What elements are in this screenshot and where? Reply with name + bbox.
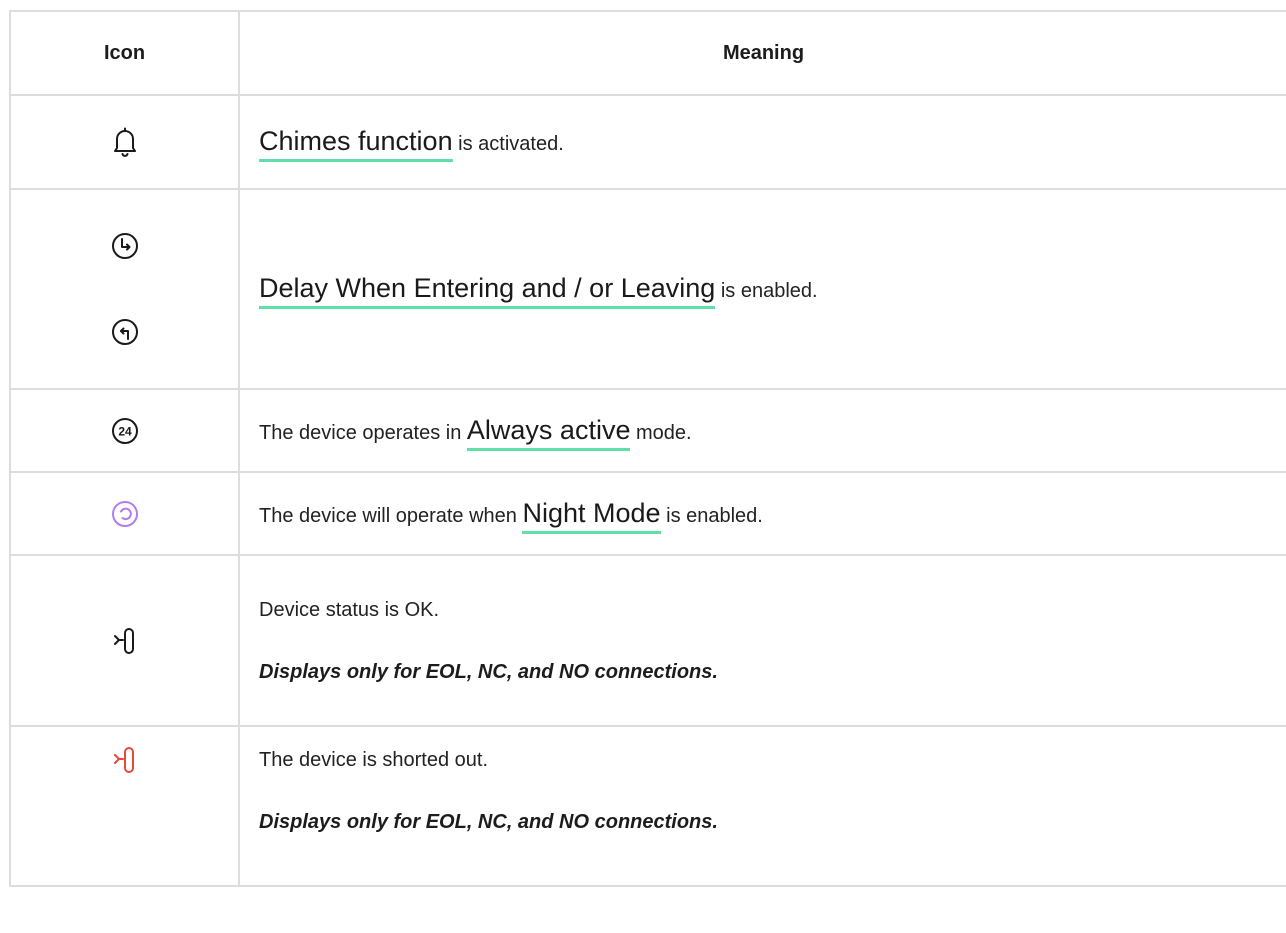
meaning-cell: The device will operate when Night Mode … [238, 471, 1286, 556]
meaning-cell: Chimes function is activated. [238, 94, 1286, 190]
icon-meaning-table: Icon Meaning Chimes function is activate… [9, 10, 1286, 887]
header-icon: Icon [9, 10, 240, 96]
table-row: Device status is OK. Displays only for E… [9, 554, 1286, 727]
table-row: The device is shorted out. Displays only… [9, 725, 1286, 887]
device-shorted-icon [113, 745, 137, 775]
meaning-text: Device status is OK. [259, 598, 440, 621]
meaning-text: is enabled. [660, 504, 763, 527]
device-status-ok-icon [113, 626, 137, 656]
icon-cell [9, 471, 240, 556]
always-active-link[interactable]: Always active [466, 414, 631, 451]
meaning-text: is activated. [452, 133, 564, 156]
connection-note: Displays only for EOL, NC, and NO connec… [259, 811, 718, 833]
table-row: 24 The device operates in Always active … [9, 388, 1286, 473]
meaning-cell: Device status is OK. Displays only for E… [238, 554, 1286, 727]
meaning-text: is enabled. [715, 280, 818, 303]
night-mode-icon [110, 499, 140, 529]
icon-cell [9, 94, 240, 190]
table-row: The device will operate when Night Mode … [9, 471, 1286, 556]
connection-note: Displays only for EOL, NC, and NO connec… [259, 660, 718, 683]
header-meaning: Meaning [238, 10, 1286, 96]
always-active-24-icon: 24 [110, 416, 140, 446]
chimes-function-link[interactable]: Chimes function [259, 126, 453, 163]
entry-delay-icon [110, 231, 140, 261]
icon-cell [9, 725, 240, 887]
meaning-cell: The device operates in Always active mod… [238, 388, 1286, 473]
meaning-text: mode. [630, 421, 692, 444]
meaning-cell: Delay When Entering and / or Leaving is … [238, 188, 1286, 390]
table-header-row: Icon Meaning [9, 10, 1286, 96]
table-row: Chimes function is activated. [9, 94, 1286, 190]
meaning-text: The device operates in [259, 421, 467, 444]
table-row: Delay When Entering and / or Leaving is … [9, 188, 1286, 390]
meaning-text: The device is shorted out. [259, 749, 489, 771]
meaning-text: The device will operate when [259, 504, 523, 527]
night-mode-link[interactable]: Night Mode [522, 497, 661, 534]
icon-cell [9, 554, 240, 727]
always-active-icon-label: 24 [118, 424, 132, 438]
icon-cell: 24 [9, 388, 240, 473]
meaning-cell: The device is shorted out. Displays only… [238, 725, 1286, 887]
exit-delay-icon [110, 317, 140, 347]
bell-icon [112, 127, 138, 157]
icon-cell [9, 188, 240, 390]
delay-entering-leaving-link[interactable]: Delay When Entering and / or Leaving [259, 273, 716, 310]
icon-meaning-table-container: Icon Meaning Chimes function is activate… [9, 10, 1286, 933]
